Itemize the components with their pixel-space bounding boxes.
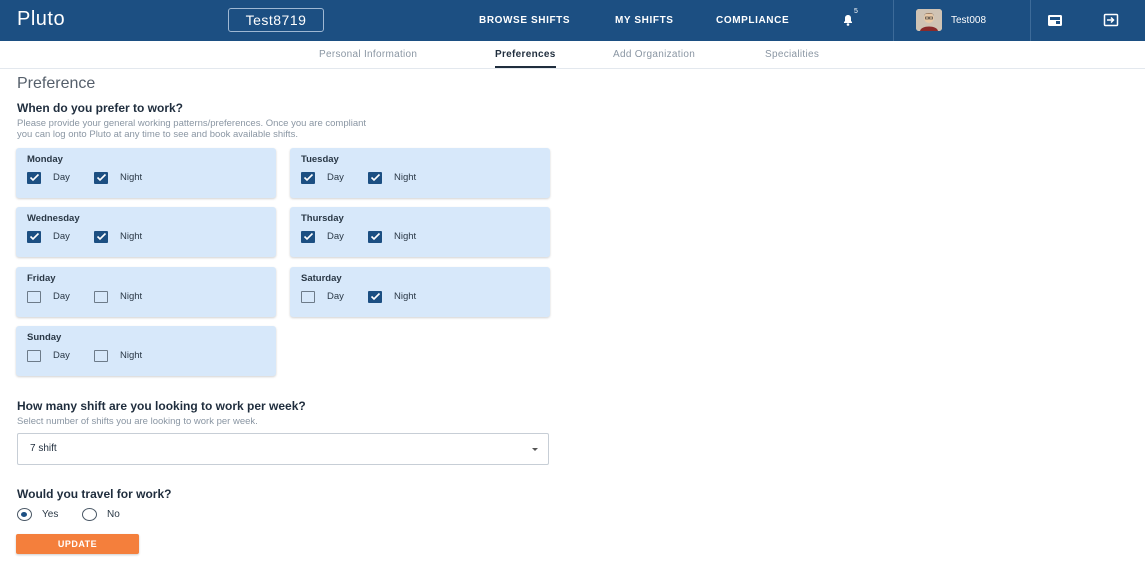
tab-specialities[interactable]: Specialities (765, 41, 819, 68)
checkbox-checked-icon (301, 231, 315, 243)
checkbox-checked-icon (94, 172, 108, 184)
update-button[interactable]: UPDATE (16, 534, 139, 554)
checkbox-unchecked-icon (27, 350, 41, 362)
app-logo[interactable]: Pluto (17, 8, 65, 31)
header-divider (893, 0, 894, 41)
profile-tabs: Personal Information Preferences Add Org… (0, 41, 1145, 69)
shifts-per-week-select[interactable]: 7 shift (17, 433, 549, 465)
day-name: Monday (27, 154, 63, 165)
user-name[interactable]: Test008 (951, 0, 986, 41)
day-label: Day (327, 172, 344, 183)
day-name: Wednesday (27, 213, 80, 224)
day-label: Day (327, 291, 344, 302)
night-label: Night (394, 291, 417, 302)
wallet-icon[interactable] (1046, 12, 1064, 28)
travel-no-label: No (107, 509, 120, 520)
checkbox-checked-icon (27, 172, 41, 184)
checkbox-checked-icon (368, 291, 382, 303)
tab-preferences[interactable]: Preferences (495, 41, 556, 68)
checkbox-checked-icon (368, 172, 382, 184)
nav-compliance[interactable]: COMPLIANCE (716, 0, 789, 41)
day-label: Day (327, 231, 344, 242)
night-label: Night (120, 291, 143, 302)
checkbox-unchecked-icon (301, 291, 315, 303)
day-card-monday: Monday Day Night (16, 148, 276, 198)
day-name: Sunday (27, 332, 62, 343)
organization-selector[interactable]: Test8719 (228, 8, 324, 32)
checkbox-checked-icon (301, 172, 315, 184)
day-card-sunday: Sunday Day Night (16, 326, 276, 376)
shifts-per-week-question: How many shift are you looking to work p… (17, 399, 306, 413)
notification-badge: 5 (854, 8, 858, 15)
work-preference-description-line2: you can log onto Pluto at any time to se… (17, 129, 298, 140)
nav-my-shifts[interactable]: MY SHIFTS (615, 0, 674, 41)
header-divider (1030, 0, 1031, 41)
day-name: Saturday (301, 273, 342, 284)
day-label: Day (53, 350, 70, 361)
day-card-saturday: Saturday Day Night (290, 267, 550, 317)
radio-circle (17, 508, 32, 521)
checkbox-checked-icon (27, 231, 41, 243)
day-label: Day (53, 231, 70, 242)
sign-out-icon[interactable] (1102, 12, 1120, 28)
user-avatar[interactable] (916, 9, 942, 31)
day-card-thursday: Thursday Day Night (290, 207, 550, 257)
checkbox-unchecked-icon (94, 350, 108, 362)
page-title: Preference (17, 75, 96, 92)
shifts-per-week-description: Select number of shifts you are looking … (17, 416, 258, 427)
checkbox-unchecked-icon (94, 291, 108, 303)
checkbox-checked-icon (368, 231, 382, 243)
top-navbar: Pluto Test8719 BROWSE SHIFTS MY SHIFTS C… (0, 0, 1145, 41)
work-preference-question: When do you prefer to work? (17, 101, 184, 115)
tab-add-organization[interactable]: Add Organization (613, 41, 695, 68)
chevron-down-icon (532, 448, 538, 451)
checkbox-checked-icon (94, 231, 108, 243)
night-label: Night (120, 172, 143, 183)
day-name: Thursday (301, 213, 344, 224)
night-label: Night (394, 231, 417, 242)
day-card-tuesday: Tuesday Day Night (290, 148, 550, 198)
nav-browse-shifts[interactable]: BROWSE SHIFTS (479, 0, 570, 41)
radio-circle (82, 508, 97, 521)
work-preference-description-line1: Please provide your general working patt… (17, 118, 367, 129)
shifts-per-week-value: 7 shift (30, 443, 57, 454)
day-label: Day (53, 291, 70, 302)
checkbox-unchecked-icon (27, 291, 41, 303)
night-label: Night (394, 172, 417, 183)
day-card-wednesday: Wednesday Day Night (16, 207, 276, 257)
day-name: Friday (27, 273, 56, 284)
bell-icon[interactable]: 5 (841, 8, 858, 28)
night-label: Night (120, 231, 143, 242)
night-label: Night (120, 350, 143, 361)
day-card-friday: Friday Day Night (16, 267, 276, 317)
travel-question: Would you travel for work? (17, 487, 172, 501)
radio-selected-dot (21, 511, 27, 517)
day-label: Day (53, 172, 70, 183)
day-name: Tuesday (301, 154, 339, 165)
tab-personal-information[interactable]: Personal Information (319, 41, 417, 68)
travel-yes-label: Yes (42, 509, 59, 520)
